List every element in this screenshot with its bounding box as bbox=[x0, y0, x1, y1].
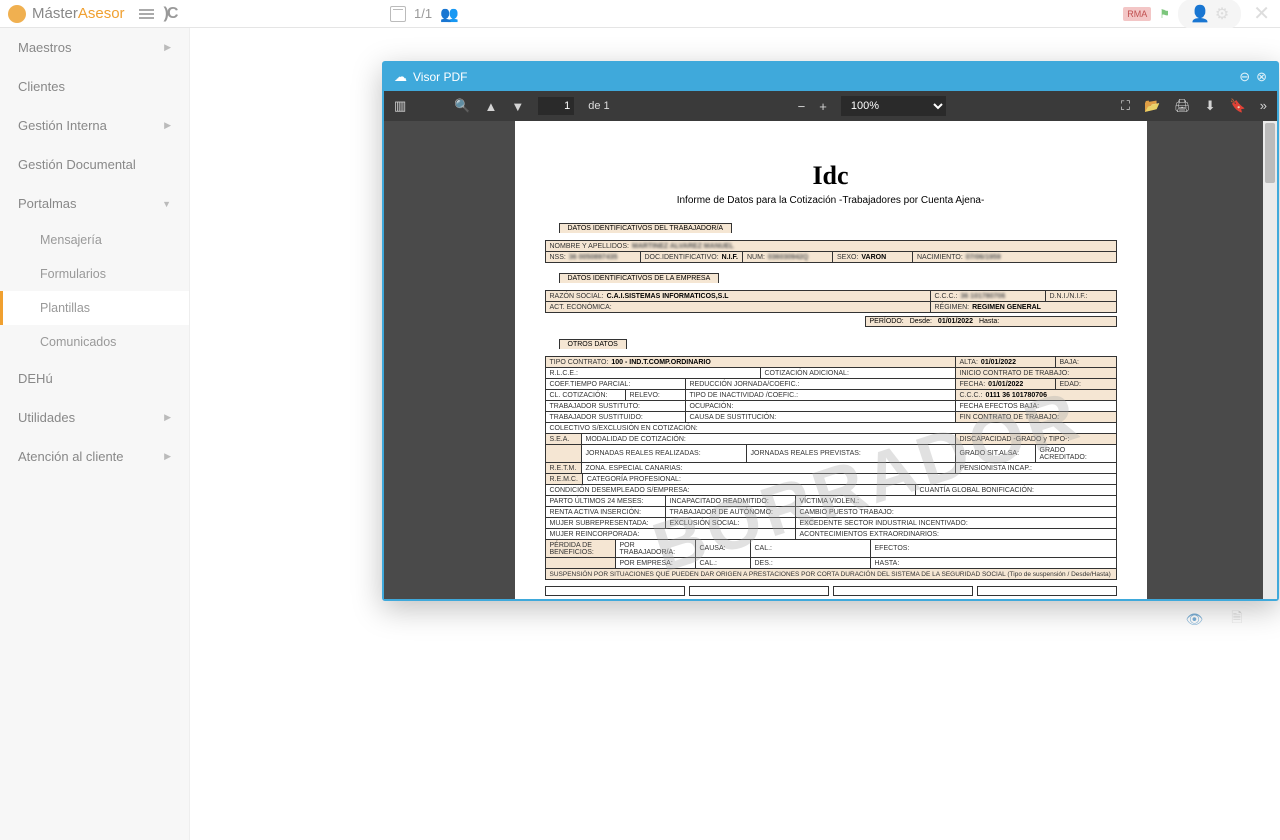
sidebar-subitem[interactable]: Formularios bbox=[0, 257, 189, 291]
sidebar-item[interactable]: Atención al cliente▶ bbox=[0, 437, 189, 476]
search-icon[interactable]: 🔍 bbox=[454, 98, 470, 114]
modal-minimize-icon[interactable]: ⊖ bbox=[1239, 69, 1250, 85]
logo-icon bbox=[8, 5, 26, 23]
sidebar-item[interactable]: Utilidades▶ bbox=[0, 398, 189, 437]
sidebar-toggle-icon[interactable]: ▥ bbox=[394, 98, 406, 114]
periodo-box: PERÍODO: Desde: 01/01/2022 Hasta: bbox=[865, 316, 1117, 327]
page-counter: 1/1 bbox=[414, 6, 432, 21]
zoom-out-icon[interactable]: − bbox=[798, 99, 806, 114]
user-icon: 👤 bbox=[1190, 4, 1210, 24]
sidebar-item[interactable]: Portalmas▼ bbox=[0, 184, 189, 223]
modal-header: ☁ Visor PDF ⊖ ⊗ bbox=[384, 63, 1277, 91]
user-menu[interactable]: 👤 ⚙ bbox=[1178, 0, 1241, 29]
modal-title: Visor PDF bbox=[413, 70, 467, 84]
gear-icon: ⚙ bbox=[1215, 4, 1229, 24]
sidebar-subitem[interactable]: Plantillas bbox=[0, 291, 189, 325]
sidebar: Maestros▶ClientesGestión Interna▶Gestión… bbox=[0, 28, 190, 840]
download-icon[interactable]: ⬇ bbox=[1205, 98, 1216, 114]
company-section: RAZÓN SOCIAL:C.A.I.SISTEMAS INFORMATICOS… bbox=[545, 290, 1117, 313]
page-input[interactable] bbox=[538, 97, 574, 115]
people-icon[interactable]: 👥 bbox=[440, 5, 459, 23]
page-up-icon[interactable]: ▲ bbox=[484, 99, 497, 114]
doc-title: Idc bbox=[545, 161, 1117, 191]
sidebar-item[interactable]: Gestión Documental bbox=[0, 145, 189, 184]
modal-close-icon[interactable]: ⊗ bbox=[1256, 69, 1267, 85]
pdf-toolbar: ▥ 🔍 ▲ ▼ de 1 − + 100% ⛶ 📂 🖨 ⬇ 🔖 » bbox=[384, 91, 1277, 121]
sidebar-subitem[interactable]: Mensajería bbox=[0, 223, 189, 257]
app-cloud-icon: ☁ bbox=[394, 69, 407, 85]
fullscreen-icon[interactable]: ⛶ bbox=[1121, 98, 1130, 114]
page-down-icon[interactable]: ▼ bbox=[511, 99, 524, 114]
eye-icon[interactable]: 👁 bbox=[1185, 611, 1203, 628]
sidebar-subitem[interactable]: Comunicados bbox=[0, 325, 189, 359]
bookmark-icon[interactable]: 🔖 bbox=[1230, 98, 1246, 114]
zoom-select[interactable]: 100% bbox=[841, 96, 946, 116]
print-icon[interactable]: 🖨 bbox=[1174, 98, 1191, 114]
sec3-tab: OTROS DATOS bbox=[559, 339, 627, 349]
zoom-in-icon[interactable]: + bbox=[819, 99, 827, 114]
open-icon[interactable]: 📂 bbox=[1144, 98, 1160, 114]
brand-name: MásterAsesor bbox=[32, 5, 125, 22]
sidebar-item[interactable]: Clientes bbox=[0, 67, 189, 106]
more-tools-icon[interactable]: » bbox=[1260, 98, 1267, 114]
scrollbar[interactable] bbox=[1263, 121, 1277, 599]
app-logo: MásterAsesor bbox=[8, 5, 125, 23]
top-bar: MásterAsesor )C 1/1 👥 RMA ⚑ 👤 ⚙ ✕ bbox=[0, 0, 1280, 28]
sec1-tab: DATOS IDENTIFICATIVOS DEL TRABAJADOR/A bbox=[559, 223, 733, 233]
calendar-icon[interactable] bbox=[390, 6, 406, 22]
table-row: 👁🗎 bbox=[1097, 602, 1260, 636]
doc-subtitle: Informe de Datos para la Cotización -Tra… bbox=[545, 195, 1117, 206]
pdf-viewer-modal: ☁ Visor PDF ⊖ ⊗ ▥ 🔍 ▲ ▼ de 1 − + 100% bbox=[382, 61, 1279, 601]
sidebar-item[interactable]: DEHú bbox=[0, 359, 189, 398]
flag-icon[interactable]: ⚑ bbox=[1159, 7, 1170, 21]
menu-toggle-icon[interactable] bbox=[139, 9, 154, 19]
sidebar-item[interactable]: Gestión Interna▶ bbox=[0, 106, 189, 145]
other-data-section: TIPO CONTRATO:100 - IND.T.COMP.ORDINARIO… bbox=[545, 356, 1117, 580]
cc-icon[interactable]: )C bbox=[164, 5, 177, 23]
user-badge: RMA bbox=[1123, 7, 1151, 21]
action-icon[interactable]: 🗎 bbox=[1231, 607, 1242, 631]
pdf-page: BORRADOR Idc Informe de Datos para la Co… bbox=[515, 121, 1147, 599]
sec2-tab: DATOS IDENTIFICATIVOS DE LA EMPRESA bbox=[559, 273, 720, 283]
page-total: de 1 bbox=[588, 100, 609, 112]
close-icon[interactable]: ✕ bbox=[1253, 1, 1270, 26]
sidebar-item[interactable]: Maestros▶ bbox=[0, 28, 189, 67]
pdf-viewport: BORRADOR Idc Informe de Datos para la Co… bbox=[384, 121, 1277, 599]
main-area: Información Acciones 👁🗎👁🗎✦🗎👁🗎👁🗎👁🗎👁🗎👁🗎s.👁… bbox=[190, 28, 1280, 840]
worker-section: NOMBRE Y APELLIDOS:MARTINEZ ALVAREZ MANU… bbox=[545, 240, 1117, 263]
